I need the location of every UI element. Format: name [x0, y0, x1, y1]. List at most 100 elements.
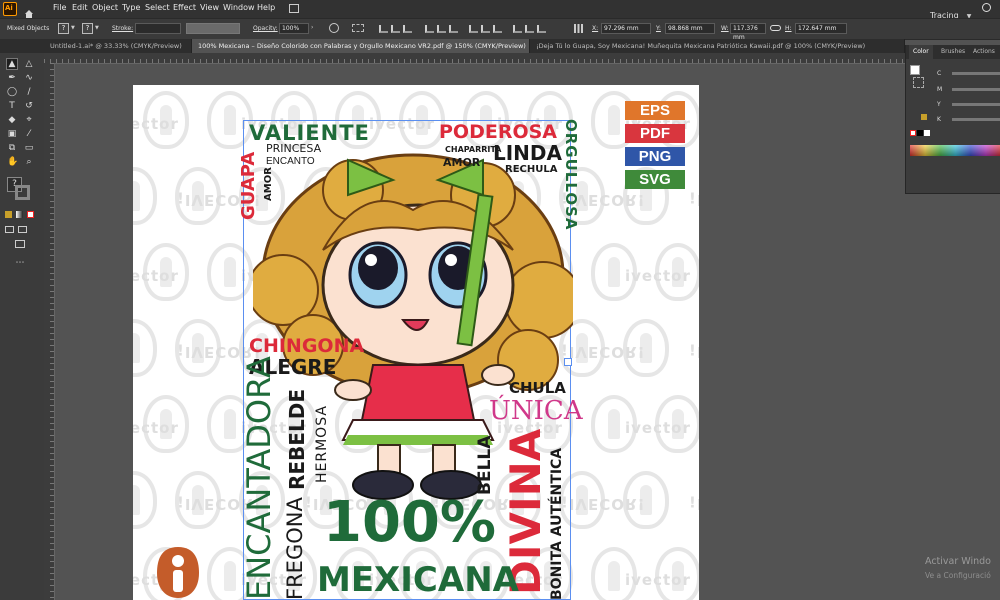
channel-y-slider[interactable] [952, 103, 1000, 106]
h-input[interactable]: 172.647 mm [795, 23, 847, 34]
channel-c-slider[interactable] [952, 72, 1000, 75]
eraser-tool-icon[interactable]: ◆ [7, 115, 17, 125]
tab-document[interactable]: ¡Deja Tú lo Guapa, Soy Mexicana! Muñequi… [530, 39, 905, 53]
tab-brushes[interactable]: Brushes [937, 45, 969, 59]
black-swatch[interactable] [917, 130, 923, 136]
tools-panel: ▲ △ ✒ ∿ ◯ / T ↺ ◆ ⌖ ▣ ⁄ ⧉ ▭ ✋ ⌕ ? ⋯ [0, 53, 45, 600]
link-icon[interactable] [770, 25, 781, 31]
fill-indicator[interactable] [910, 65, 920, 75]
opacity-label[interactable]: Opacity: [253, 25, 278, 32]
menu-type[interactable]: Type [122, 3, 140, 12]
tab-actions[interactable]: Actions [969, 45, 999, 59]
stroke-weight-input[interactable] [135, 23, 181, 34]
opacity-input[interactable]: 100% [279, 23, 309, 34]
distribute-center-icon[interactable] [524, 23, 534, 34]
none-swatch[interactable] [910, 130, 916, 136]
color-spectrum[interactable] [910, 145, 1000, 156]
pen-tool-icon[interactable]: ✒ [7, 73, 17, 83]
stroke-indicator[interactable] [913, 77, 924, 88]
watermark-i [133, 333, 140, 363]
channel-k-slider[interactable] [952, 118, 1000, 121]
watermark-i [224, 257, 236, 287]
hand-tool-icon[interactable]: ✋ [7, 157, 18, 167]
x-input[interactable]: 97.296 mm [601, 23, 651, 34]
menu-window[interactable]: Window [223, 3, 255, 12]
gradient-mode-icon[interactable] [16, 211, 23, 218]
chevron-right-icon[interactable]: › [311, 24, 313, 31]
zoom-tool-icon[interactable]: ⌕ [24, 157, 34, 167]
ellipse-tool-icon[interactable]: ◯ [7, 87, 17, 97]
arrange-documents-icon[interactable] [289, 4, 299, 13]
menu-object[interactable]: Object [92, 3, 118, 12]
stroke-swatch[interactable]: ? [82, 23, 93, 34]
width-tool-icon[interactable]: ⌖ [24, 115, 34, 125]
channel-m-slider[interactable] [952, 88, 1000, 91]
white-swatch[interactable] [924, 130, 930, 136]
distribute-left-icon[interactable] [512, 23, 522, 34]
tab-document[interactable]: Untitled-1.ai* @ 33.33% (CMYK/Preview) [44, 39, 192, 53]
align-left-icon[interactable] [378, 23, 388, 34]
eyedropper-tool-icon[interactable]: ⁄ [24, 129, 34, 139]
watermark-i [133, 181, 140, 211]
fill-swatch[interactable]: ? [58, 23, 69, 34]
shape-builder-tool-icon[interactable]: ▣ [7, 129, 17, 139]
chevron-down-icon[interactable]: ▼ [95, 25, 99, 31]
warning-icon[interactable] [921, 114, 927, 120]
draw-mode-icon[interactable] [5, 226, 14, 233]
none-mode-icon[interactable] [27, 211, 34, 218]
type-tool-icon[interactable]: T [7, 101, 17, 111]
align-middle-icon[interactable] [436, 23, 446, 34]
stroke-label[interactable]: Stroke: [112, 25, 133, 32]
h-label[interactable]: H: [785, 25, 792, 32]
change-screen-mode-icon[interactable] [15, 240, 25, 248]
rotate-tool-icon[interactable]: ↺ [24, 101, 34, 111]
horizontal-ruler[interactable] [44, 53, 905, 64]
tab-document-active[interactable]: 100% Mexicana – Diseño Colorido con Pala… [192, 39, 530, 53]
artboard-tool-icon[interactable]: ▭ [24, 143, 34, 153]
menu-select[interactable]: Select [145, 3, 170, 12]
menu-edit[interactable]: Edit [72, 3, 88, 12]
more-tools-icon[interactable]: ⋯ [15, 258, 25, 268]
align-right-icon[interactable] [402, 23, 412, 34]
menu-view[interactable]: View [200, 3, 219, 12]
chevron-down-icon[interactable]: ▼ [71, 25, 75, 31]
activate-windows-title: Activar Windo [925, 556, 991, 567]
variable-width-profile[interactable] [186, 23, 240, 34]
format-badge-png: PNG [625, 147, 685, 166]
transform-grid-icon[interactable] [574, 24, 583, 33]
align-to-icon[interactable] [352, 24, 364, 32]
menu-file[interactable]: File [53, 3, 66, 12]
distribute-top-icon[interactable] [468, 23, 478, 34]
y-label[interactable]: Y: [656, 25, 661, 32]
align-center-icon[interactable] [390, 23, 400, 34]
app-logo[interactable]: Ai [3, 2, 17, 16]
distribute-bottom-icon[interactable] [492, 23, 502, 34]
w-label[interactable]: W: [721, 25, 729, 32]
watermark-text: ¡IVECOR! [561, 343, 646, 361]
paintbrush-tool-icon[interactable]: / [24, 87, 34, 97]
direct-selection-tool-icon[interactable]: △ [24, 59, 34, 69]
fill-unknown: ? [61, 24, 66, 32]
w-input[interactable]: 117.376 mm [730, 23, 766, 41]
distribute-right-icon[interactable] [536, 23, 546, 34]
y-input[interactable]: 98.868 mm [665, 23, 715, 34]
stroke-color-swatch[interactable] [15, 185, 30, 200]
menu-effect[interactable]: Effect [173, 3, 196, 12]
home-icon[interactable] [24, 4, 34, 18]
align-top-icon[interactable] [424, 23, 434, 34]
watermark-text: ¡IVECOR! [689, 191, 699, 209]
recolor-artwork-icon[interactable] [329, 23, 339, 33]
curvature-tool-icon[interactable]: ∿ [24, 73, 34, 83]
tab-color[interactable]: Color [909, 45, 933, 59]
artboard[interactable]: ivector ivector ivector ivector ivector ¡IVEC… [133, 85, 699, 600]
vertical-ruler[interactable] [44, 63, 55, 600]
distribute-middle-icon[interactable] [480, 23, 490, 34]
blend-tool-icon[interactable]: ⧉ [7, 143, 17, 153]
x-label[interactable]: X: [592, 25, 598, 32]
selection-tool-icon[interactable]: ▲ [6, 58, 18, 70]
color-mode-icon[interactable] [5, 211, 12, 218]
menu-help[interactable]: Help [257, 3, 275, 12]
align-bottom-icon[interactable] [448, 23, 458, 34]
screen-mode-icon[interactable] [18, 226, 27, 233]
search-icon[interactable] [982, 3, 991, 12]
